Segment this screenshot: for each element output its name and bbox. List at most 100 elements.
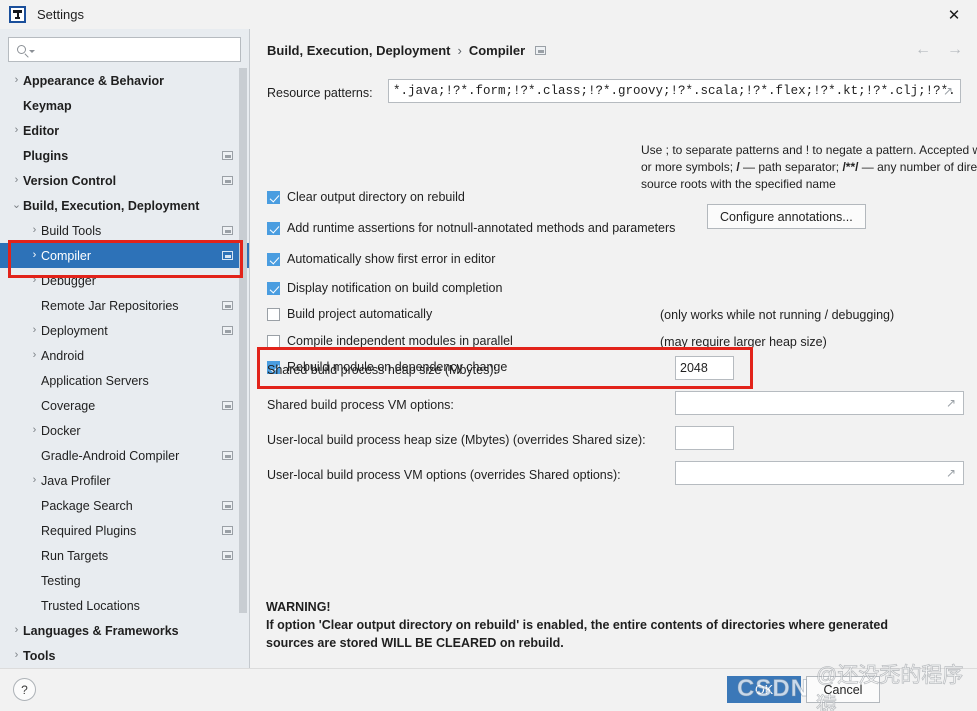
- sidebar-item-label: Debugger: [41, 273, 96, 288]
- field-input-shared-build-process-heap-size-mbytes[interactable]: 2048: [675, 356, 734, 380]
- sidebar-item-keymap[interactable]: Keymap: [0, 93, 249, 118]
- sidebar-item-deployment[interactable]: › Deployment: [0, 318, 249, 343]
- sidebar-item-label: Testing: [41, 573, 81, 588]
- project-scope-icon: [222, 551, 233, 560]
- checkbox-automatically-show-first-error-in-editor[interactable]: [267, 252, 280, 266]
- sidebar-item-application-servers[interactable]: Application Servers: [0, 368, 249, 393]
- project-scope-icon: [222, 401, 233, 410]
- chevron-right-icon[interactable]: ›: [10, 125, 23, 136]
- checkbox-compile-independent-modules-in-parallel[interactable]: [267, 334, 280, 348]
- breadcrumb-root[interactable]: Build, Execution, Deployment: [267, 43, 450, 58]
- expand-field-icon[interactable]: ↗: [946, 397, 959, 410]
- checkbox-row-display-notification-on-build-completion[interactable]: Display notification on build completion: [267, 281, 502, 295]
- chevron-right-icon[interactable]: ›: [28, 225, 41, 236]
- chevron-right-icon[interactable]: ›: [10, 650, 23, 661]
- sidebar-item-package-search[interactable]: Package Search: [0, 493, 249, 518]
- hint-line-2e: — any number of directories;: [861, 160, 977, 174]
- chevron-right-icon[interactable]: ›: [28, 475, 41, 486]
- breadcrumb-leaf: Compiler: [468, 43, 526, 58]
- ok-button[interactable]: OK: [727, 676, 801, 703]
- sidebar-item-label: Deployment: [41, 323, 108, 338]
- sidebar-item-remote-jar-repositories[interactable]: Remote Jar Repositories: [0, 293, 249, 318]
- checkbox-note-build-project-automatically: (only works while not running / debuggin…: [660, 308, 895, 322]
- arrow-left-icon[interactable]: ←: [915, 41, 931, 59]
- sidebar-item-run-targets[interactable]: Run Targets: [0, 543, 249, 568]
- chevron-right-icon[interactable]: ›: [10, 625, 23, 636]
- close-icon[interactable]: ✕: [931, 0, 977, 29]
- sidebar-item-label: Required Plugins: [41, 523, 137, 538]
- sidebar-item-editor[interactable]: › Editor: [0, 118, 249, 143]
- field-input-shared-build-process-vm-options[interactable]: ↗: [675, 391, 964, 415]
- chevron-right-icon[interactable]: ›: [28, 325, 41, 336]
- sidebar-item-testing[interactable]: Testing: [0, 568, 249, 593]
- chevron-right-icon[interactable]: ›: [10, 75, 23, 86]
- resource-patterns-input[interactable]: *.java;!?*.form;!?*.class;!?*.groovy;!?*…: [388, 79, 961, 103]
- sidebar-item-build-execution-deployment[interactable]: ⌄ Build, Execution, Deployment: [0, 193, 249, 218]
- project-scope-icon[interactable]: [535, 46, 547, 55]
- chevron-right-icon[interactable]: ›: [10, 175, 23, 186]
- resource-patterns-value: *.java;!?*.form;!?*.class;!?*.groovy;!?*…: [393, 84, 956, 98]
- cancel-button[interactable]: Cancel: [806, 676, 880, 703]
- sidebar-item-android[interactable]: › Android: [0, 343, 249, 368]
- sidebar-item-gradle-android-compiler[interactable]: Gradle-Android Compiler: [0, 443, 249, 468]
- sidebar-item-plugins[interactable]: Plugins: [0, 143, 249, 168]
- field-label-user-local-build-process-heap-size-mbytes-overrides-shared-size: User-local build process heap size (Mbyt…: [267, 433, 646, 447]
- chevron-right-icon[interactable]: ›: [28, 350, 41, 361]
- expand-field-icon[interactable]: ↗: [943, 85, 956, 98]
- sidebar-item-compiler[interactable]: › Compiler: [0, 243, 249, 268]
- resource-patterns-label: Resource patterns:: [267, 86, 373, 100]
- hint-line-2c: — path separator;: [739, 160, 843, 174]
- chevron-right-icon[interactable]: ›: [28, 250, 41, 261]
- search-input[interactable]: [40, 42, 220, 57]
- sidebar-item-trusted-locations[interactable]: Trusted Locations: [0, 593, 249, 618]
- configure-annotations-button[interactable]: Configure annotations...: [707, 204, 866, 229]
- sidebar-item-label: Remote Jar Repositories: [41, 298, 179, 313]
- sidebar-item-label: Run Targets: [41, 548, 109, 563]
- project-scope-icon: [222, 451, 233, 460]
- sidebar-item-label: Appearance & Behavior: [23, 73, 165, 88]
- sidebar-item-coverage[interactable]: Coverage: [0, 393, 249, 418]
- checkbox-display-notification-on-build-completion[interactable]: [267, 281, 280, 295]
- checkbox-label: Compile independent modules in parallel: [287, 334, 513, 348]
- sidebar-item-required-plugins[interactable]: Required Plugins: [0, 518, 249, 543]
- search-box[interactable]: [8, 37, 241, 62]
- field-input-user-local-build-process-heap-size-mbytes-overrides-shared-size[interactable]: [675, 426, 734, 450]
- field-input-user-local-build-process-vm-options-overrides-shared-options[interactable]: ↗: [675, 461, 964, 485]
- sidebar-item-languages-frameworks[interactable]: › Languages & Frameworks: [0, 618, 249, 643]
- sidebar-item-label: Compiler: [41, 248, 92, 263]
- warning-line-2: sources are stored WILL BE CLEARED on re…: [266, 636, 564, 650]
- checkbox-row-add-runtime-assertions-for-notnull-annotated-methods-and-parameters[interactable]: Add runtime assertions for notnull-annot…: [267, 221, 675, 235]
- sidebar-item-java-profiler[interactable]: › Java Profiler: [0, 468, 249, 493]
- checkbox-clear-output-directory-on-rebuild[interactable]: [267, 190, 280, 204]
- sidebar-item-build-tools[interactable]: › Build Tools: [0, 218, 249, 243]
- checkbox-row-compile-independent-modules-in-parallel[interactable]: Compile independent modules in parallel: [267, 334, 513, 348]
- arrow-right-icon[interactable]: →: [947, 41, 963, 59]
- hint-line-1: Use ; to separate patterns and ! to nega…: [641, 143, 977, 157]
- chevron-right-icon[interactable]: ›: [28, 275, 41, 286]
- checkbox-add-runtime-assertions-for-notnull-annotated-methods-and-parameters[interactable]: [267, 221, 280, 235]
- intellij-idea-logo-icon: [9, 6, 26, 23]
- sidebar-item-label: Java Profiler: [41, 473, 111, 488]
- help-button[interactable]: ?: [13, 678, 36, 701]
- chevron-down-icon[interactable]: ⌄: [10, 200, 23, 211]
- sidebar-item-debugger[interactable]: › Debugger: [0, 268, 249, 293]
- warning-line-1: If option 'Clear output directory on reb…: [266, 618, 889, 632]
- sidebar-item-appearance-behavior[interactable]: › Appearance & Behavior: [0, 68, 249, 93]
- window-title: Settings: [37, 7, 84, 22]
- checkbox-row-automatically-show-first-error-in-editor[interactable]: Automatically show first error in editor: [267, 252, 495, 266]
- sidebar-scrollbar[interactable]: [239, 68, 247, 623]
- sidebar-scrollbar-thumb[interactable]: [239, 68, 247, 613]
- resource-patterns-hint: Use ; to separate patterns and ! to nega…: [641, 142, 977, 193]
- expand-field-icon[interactable]: ↗: [946, 467, 959, 480]
- checkbox-row-clear-output-directory-on-rebuild[interactable]: Clear output directory on rebuild: [267, 190, 465, 204]
- checkbox-build-project-automatically[interactable]: [267, 307, 280, 321]
- sidebar-item-version-control[interactable]: › Version Control: [0, 168, 249, 193]
- sidebar-item-label: Android: [41, 348, 85, 363]
- chevron-right-icon[interactable]: ›: [28, 425, 41, 436]
- checkbox-row-build-project-automatically[interactable]: Build project automatically: [267, 307, 432, 321]
- sidebar-item-tools[interactable]: › Tools: [0, 643, 249, 663]
- sidebar-item-label: Version Control: [23, 173, 117, 188]
- sidebar-item-docker[interactable]: › Docker: [0, 418, 249, 443]
